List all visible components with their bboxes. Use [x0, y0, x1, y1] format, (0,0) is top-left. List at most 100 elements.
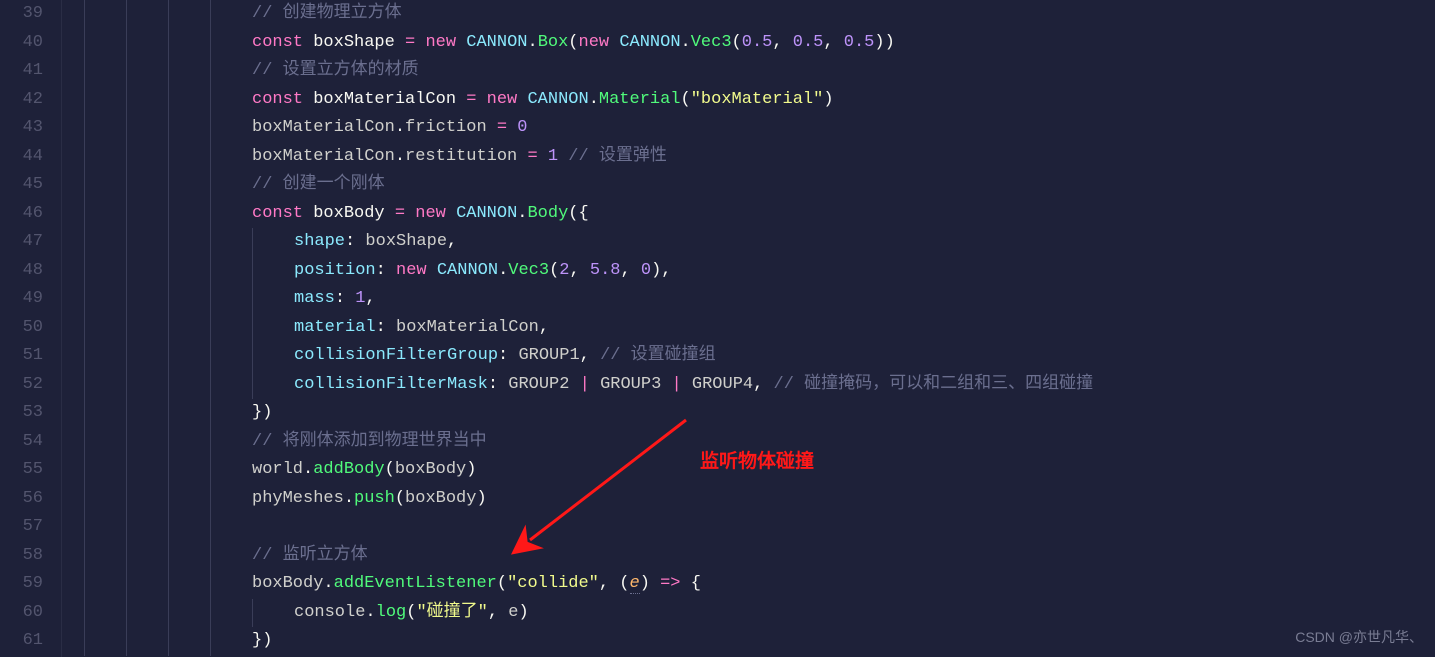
token-ident: world [252, 460, 303, 479]
code-line[interactable] [84, 513, 1435, 542]
token-class: CANNON [437, 261, 498, 280]
token-sp [609, 33, 619, 52]
token-ident: restitution [405, 147, 517, 166]
token-ident: GROUP2 [508, 375, 569, 394]
line-number: 52 [0, 371, 43, 400]
token-string: "碰撞了" [416, 603, 487, 622]
token-punct: { [681, 574, 701, 593]
watermark: CSDN @亦世凡华、 [1295, 623, 1423, 652]
token-ident: boxBody [395, 460, 466, 479]
token-punct: ( [549, 261, 559, 280]
token-num: 5.8 [590, 261, 621, 280]
token-punct: ( [385, 460, 395, 479]
token-prop: shape [294, 232, 345, 251]
token-keyword: const [252, 33, 303, 52]
line-number: 47 [0, 228, 43, 257]
token-string: "boxMaterial" [691, 90, 824, 109]
code-line[interactable]: }) [84, 627, 1435, 656]
token-num: 0.5 [793, 33, 824, 52]
token-sp [538, 147, 548, 166]
code-line[interactable]: mass: 1, [84, 285, 1435, 314]
token-punct: ) [476, 489, 486, 508]
token-comment: // 设置弹性 [568, 147, 667, 166]
code-line[interactable]: position: new CANNON.Vec3(2, 5.8, 0), [84, 257, 1435, 286]
code-line[interactable]: // 监听立方体 [84, 542, 1435, 571]
line-number: 57 [0, 513, 43, 542]
token-punct: }) [252, 403, 272, 422]
line-number: 45 [0, 171, 43, 200]
code-line[interactable]: collisionFilterMask: GROUP2 | GROUP3 | G… [84, 371, 1435, 400]
code-line[interactable]: const boxBody = new CANNON.Body({ [84, 200, 1435, 229]
token-func: addBody [313, 460, 384, 479]
token-punct: ) [823, 90, 833, 109]
token-op: = [497, 118, 507, 137]
token-comment: // 设置碰撞组 [600, 346, 716, 365]
token-op: | [580, 375, 590, 394]
token-sp [456, 33, 466, 52]
token-punct: , ( [599, 574, 630, 593]
token-op: = [405, 33, 415, 52]
token-sp [661, 375, 671, 394]
token-punct: ( [497, 574, 507, 593]
token-comment: // 碰撞掩码，可以和二组和三、四组碰撞 [774, 375, 1094, 394]
token-op: = [395, 204, 405, 223]
token-ident: boxMaterialCon [396, 318, 539, 337]
token-punct: . [527, 33, 537, 52]
code-line[interactable]: // 将刚体添加到物理世界当中 [84, 428, 1435, 457]
token-punct: . [303, 460, 313, 479]
code-line[interactable]: world.addBody(boxBody) [84, 456, 1435, 485]
token-func: push [354, 489, 395, 508]
code-line[interactable]: shape: boxShape, [84, 228, 1435, 257]
token-func: Vec3 [508, 261, 549, 280]
token-sp [507, 118, 517, 137]
token-ident: GROUP4 [692, 375, 753, 394]
token-punct: : [376, 318, 396, 337]
token-punct: : [488, 375, 508, 394]
code-line[interactable]: phyMeshes.push(boxBody) [84, 485, 1435, 514]
token-op: | [672, 375, 682, 394]
line-number: 40 [0, 29, 43, 58]
token-class: CANNON [466, 33, 527, 52]
token-sp [446, 204, 456, 223]
code-line[interactable]: }) [84, 399, 1435, 428]
token-punct: ( [681, 90, 691, 109]
token-sp [569, 375, 579, 394]
code-line[interactable]: collisionFilterGroup: GROUP1, // 设置碰撞组 [84, 342, 1435, 371]
code-line[interactable]: const boxShape = new CANNON.Box(new CANN… [84, 29, 1435, 58]
token-keyword: new [425, 33, 456, 52]
code-line[interactable]: // 设置立方体的材质 [84, 57, 1435, 86]
code-line[interactable]: boxMaterialCon.restitution = 1 // 设置弹性 [84, 143, 1435, 172]
token-sp [517, 147, 527, 166]
token-ident: friction [405, 118, 487, 137]
token-sp [385, 204, 395, 223]
token-sp [456, 90, 466, 109]
code-line[interactable]: // 创建物理立方体 [84, 0, 1435, 29]
code-line[interactable]: const boxMaterialCon = new CANNON.Materi… [84, 86, 1435, 115]
token-keyword: new [579, 33, 610, 52]
token-punct: , [753, 375, 773, 394]
code-line[interactable]: boxMaterialCon.friction = 0 [84, 114, 1435, 143]
token-ident: boxBody [252, 574, 323, 593]
code-area[interactable]: // 创建物理立方体const boxShape = new CANNON.Bo… [76, 0, 1435, 657]
token-punct: . [344, 489, 354, 508]
token-func: addEventListener [334, 574, 497, 593]
token-punct: }) [252, 631, 272, 650]
code-line[interactable]: boxBody.addEventListener("collide", (e) … [84, 570, 1435, 599]
code-line[interactable]: material: boxMaterialCon, [84, 314, 1435, 343]
token-punct: , [569, 261, 589, 280]
token-keyword: const [252, 204, 303, 223]
token-punct: , [488, 603, 508, 622]
code-editor[interactable]: 3940414243444546474849505152535455565758… [0, 0, 1435, 657]
code-line[interactable]: console.log("碰撞了", e) [84, 599, 1435, 628]
line-number: 60 [0, 599, 43, 628]
token-punct: : [498, 346, 518, 365]
line-number: 51 [0, 342, 43, 371]
line-number: 43 [0, 114, 43, 143]
token-prop: collisionFilterMask [294, 375, 488, 394]
token-op: = [466, 90, 476, 109]
token-ident: phyMeshes [252, 489, 344, 508]
token-prop: mass [294, 289, 335, 308]
token-keyword: new [487, 90, 518, 109]
token-punct: ( [395, 489, 405, 508]
code-line[interactable]: // 创建一个刚体 [84, 171, 1435, 200]
